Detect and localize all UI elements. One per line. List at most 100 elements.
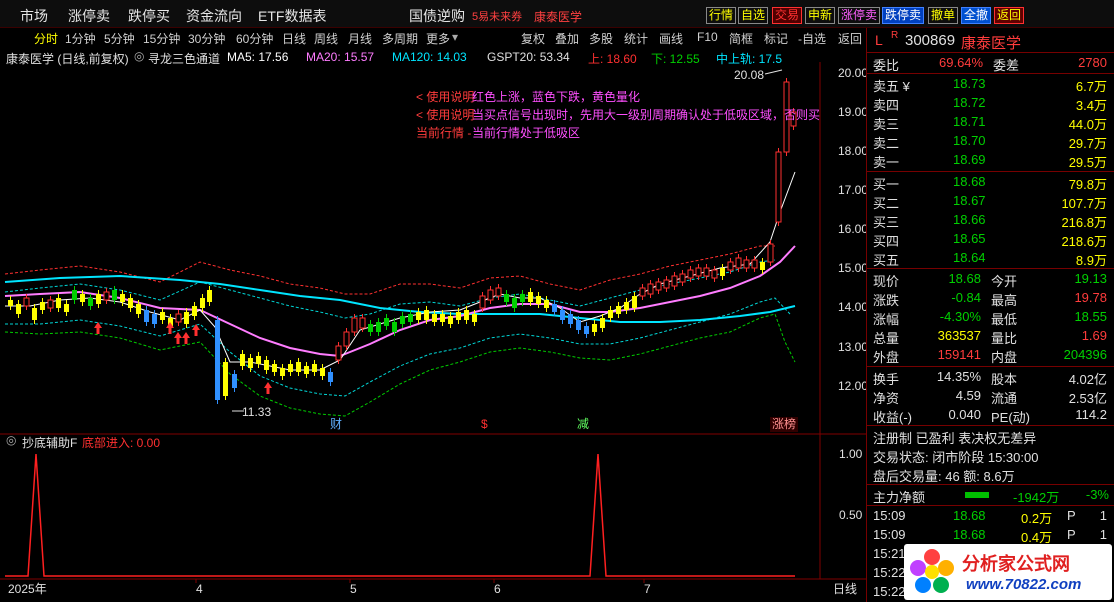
menu-repo[interactable]: 国债逆购 <box>409 6 465 26</box>
sub-indicator-value: 底部进入: 0.00 <box>82 436 161 450</box>
stat-label: 量比 <box>991 331 1018 346</box>
tab-15min[interactable]: 15分钟 <box>143 30 180 47</box>
chevron-down-icon[interactable]: ▾ <box>452 30 458 44</box>
multi-stock-button[interactable]: 多股 <box>589 30 613 47</box>
remove-watchlist-button[interactable]: -自选 <box>798 30 826 47</box>
tick-price: 18.68 <box>953 508 986 523</box>
date-tick: 2025年 <box>8 582 47 596</box>
menu-capital-flow[interactable]: 资金流向 <box>186 6 242 26</box>
stat-row: 现价 18.68 今开 19.13 <box>867 270 1114 289</box>
tab-weekly[interactable]: 周线 <box>314 30 338 47</box>
tab-monthly[interactable]: 月线 <box>348 30 372 47</box>
stat-value: 363537 <box>937 328 981 343</box>
back-button[interactable]: 返回 <box>994 7 1025 24</box>
price-tick: 16.00 <box>838 222 866 236</box>
tick-row: 15:09 18.68 0.4万 P 1 <box>867 526 1114 545</box>
level-label: 卖三 <box>873 117 900 132</box>
cancel-all-button[interactable]: 全撤 <box>961 7 992 24</box>
stat-label: 最高 <box>991 293 1018 308</box>
chart-back-button[interactable]: 返回 <box>838 30 862 47</box>
sell-level-row: 卖三 18.71 44.0万 <box>867 113 1114 132</box>
stat-row: 换手 14.35% 股本 4.02亿 <box>867 368 1114 387</box>
f10-button[interactable]: F10 <box>697 30 718 44</box>
event-mark-reduce[interactable]: 减 <box>577 417 589 431</box>
quote-button[interactable]: 行情 <box>706 7 737 24</box>
stat-label: 内盘 <box>991 350 1018 365</box>
stat-label: 总量 <box>873 331 900 346</box>
menu-limit-up-sell[interactable]: 涨停卖 <box>68 6 110 26</box>
tick-time: 15:22 <box>873 584 906 599</box>
tab-1min[interactable]: 1分钟 <box>65 30 96 47</box>
stat-label: 涨跌 <box>873 293 900 308</box>
event-mark-top-list[interactable]: 涨榜 <box>772 416 796 431</box>
menu-limit-down-buy[interactable]: 跌停买 <box>128 6 170 26</box>
mark-button[interactable]: 标记 <box>764 30 788 47</box>
watermark-url: www.70822.com <box>966 576 1082 593</box>
stat-label: 现价 <box>873 274 900 289</box>
cancel-order-button[interactable]: 撤单 <box>928 7 959 24</box>
date-tick: 5 <box>350 582 357 596</box>
kline-chart[interactable]: 20.00 19.00 18.00 17.00 16.00 15.00 14.0… <box>0 62 866 602</box>
level-label: 卖一 <box>873 155 900 170</box>
lower-channel-line-cyan <box>5 297 791 397</box>
simple-frame-button[interactable]: 简框 <box>729 30 753 47</box>
note-label-3: 当前行情 - <box>416 126 472 140</box>
buy-level-row: 买一 18.68 79.8万 <box>867 173 1114 192</box>
settings-icon[interactable]: ◎ <box>134 49 144 63</box>
level-price: 18.70 <box>953 133 986 148</box>
trade-state: 交易状态: 闭市阶段 15:30:00 <box>873 450 1039 465</box>
adjust-button[interactable]: 复权 <box>521 30 545 47</box>
date-tick: 4 <box>196 582 203 596</box>
net-flow-label: 主力净额 <box>873 490 926 505</box>
registration-info: 注册制 已盈利 表决权无差异 <box>873 431 1037 446</box>
tick-time: 15:22 <box>873 565 906 580</box>
level-price: 18.64 <box>953 250 986 265</box>
sub-indicator-name[interactable]: 抄底辅助F <box>22 434 77 451</box>
tick-count: 1 <box>1099 527 1107 542</box>
watermark-logo: 分析家公式网 www.70822.com <box>904 544 1112 600</box>
stat-row: 净资 4.59 流通 2.53亿 <box>867 387 1114 406</box>
stat-value: 4.59 <box>955 388 981 403</box>
r-flag: R <box>891 30 899 41</box>
tab-60min[interactable]: 60分钟 <box>236 30 273 47</box>
tab-intraday[interactable]: 分时 <box>34 30 58 47</box>
level-volume: 79.8万 <box>1068 177 1107 192</box>
note-text-2: 当买点信号出现时，先用大一级别周期确认处于低吸区域，否则买 <box>472 108 820 122</box>
buy-level-row: 买三 18.66 216.8万 <box>867 211 1114 230</box>
stat-label: 流通 <box>991 391 1018 406</box>
draw-button[interactable]: 画线 <box>659 30 683 47</box>
level-price: 18.68 <box>953 174 986 189</box>
limit-up-sell-button[interactable]: 涨停卖 <box>838 7 881 24</box>
price-tick: 12.00 <box>838 379 866 393</box>
bottom-signal-line <box>5 453 795 577</box>
ipo-button[interactable]: 申新 <box>805 7 836 24</box>
stat-row: 涨幅 -4.30% 最低 18.55 <box>867 308 1114 327</box>
sub-settings-icon[interactable]: ◎ <box>6 433 16 447</box>
stat-value: 114.2 <box>1075 407 1107 422</box>
buy-level-row: 买四 18.65 218.6万 <box>867 230 1114 249</box>
stats-button[interactable]: 统计 <box>624 30 648 47</box>
sub-chart: 1.00 0.50 <box>5 447 863 577</box>
note-label-2: < 使用说明 <box>416 108 475 122</box>
ma5-line <box>5 171 796 371</box>
stat-row: 收益(-) 0.040 PE(动) 114.2 <box>867 406 1114 425</box>
event-mark-finance[interactable]: 财 <box>330 417 342 431</box>
price-tick: 15.00 <box>838 261 866 275</box>
stat-row: 涨跌 -0.84 最高 19.78 <box>867 289 1114 308</box>
price-axis: 20.00 19.00 18.00 17.00 16.00 15.00 14.0… <box>838 66 866 393</box>
tab-30min[interactable]: 30分钟 <box>188 30 225 47</box>
tab-more[interactable]: 更多 <box>426 30 450 47</box>
tab-multi-period[interactable]: 多周期 <box>382 30 418 47</box>
high-price-label: 20.08 <box>734 68 764 82</box>
note-text-1: 红色上涨，蓝色下跌，黄色量化 <box>472 90 641 104</box>
stock-name: 康泰医学 <box>961 35 1022 52</box>
limit-down-sell-button[interactable]: 跌停卖 <box>882 7 925 24</box>
menu-market[interactable]: 市场 <box>20 6 48 26</box>
overlay-button[interactable]: 叠加 <box>555 30 579 47</box>
event-mark-dividend[interactable]: $ <box>481 417 488 431</box>
tab-daily[interactable]: 日线 <box>282 30 306 47</box>
tab-5min[interactable]: 5分钟 <box>104 30 135 47</box>
watchlist-button[interactable]: 自选 <box>738 7 769 24</box>
trade-button[interactable]: 交易 <box>772 7 803 24</box>
menu-etf-table[interactable]: ETF数据表 <box>258 6 326 26</box>
